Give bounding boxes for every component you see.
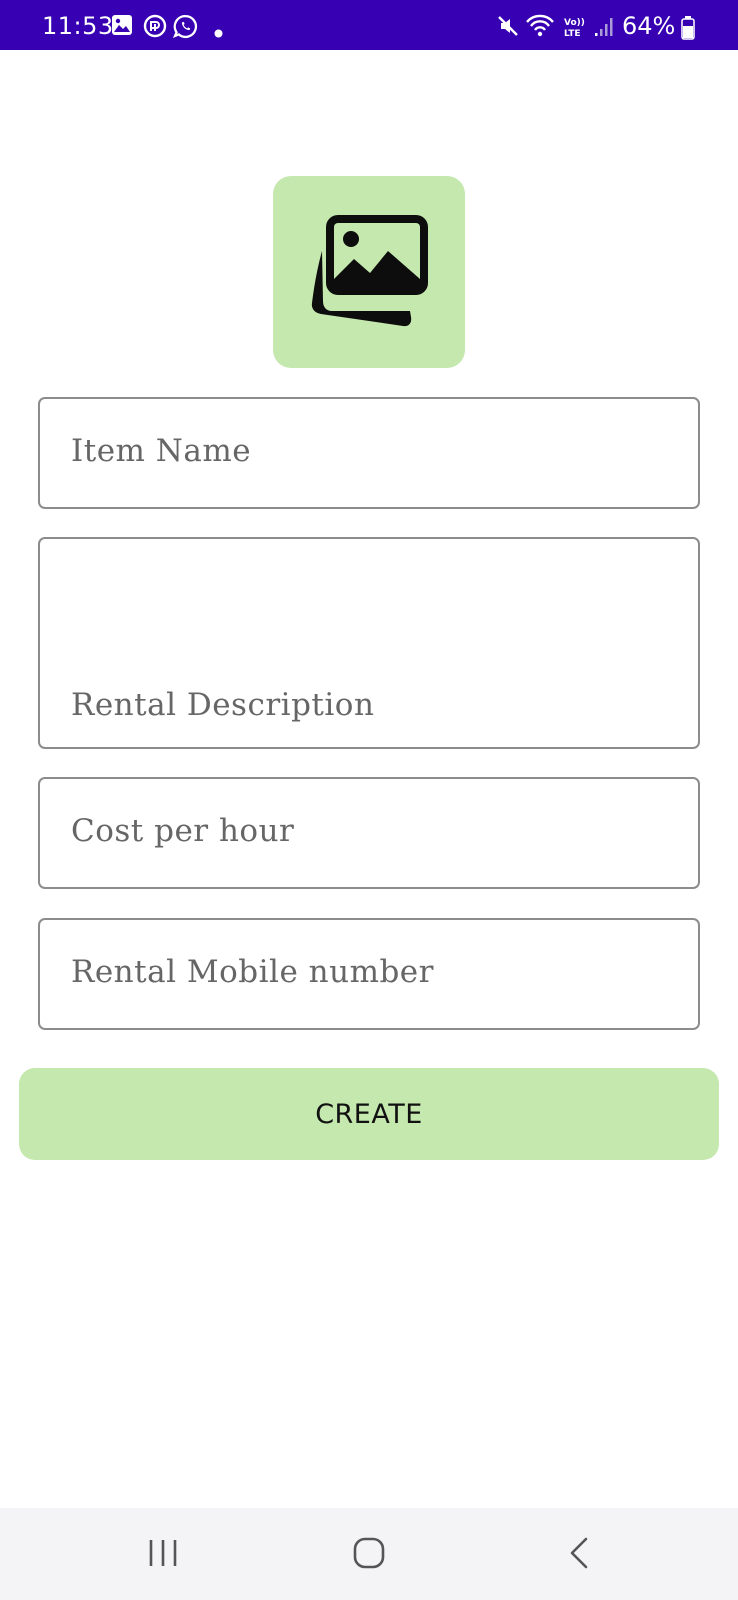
- mute-icon: [496, 14, 520, 42]
- back-icon[interactable]: [562, 1536, 596, 1574]
- cost-per-hour-field[interactable]: Cost per hour: [38, 777, 700, 889]
- rental-description-placeholder: Rental Description: [71, 687, 375, 723]
- image-gallery-icon: [308, 213, 430, 331]
- rental-mobile-field[interactable]: Rental Mobile number: [38, 918, 700, 1030]
- item-name-placeholder: Item Name: [71, 433, 252, 469]
- create-button-label: CREATE: [315, 1098, 423, 1130]
- app-icon: [143, 14, 167, 42]
- create-button[interactable]: CREATE: [19, 1068, 719, 1160]
- status-bar: 11:53 Vo)) LTE 64%: [0, 0, 738, 50]
- battery-icon: [681, 16, 695, 44]
- volte-icon: Vo)) LTE: [563, 16, 587, 42]
- rental-description-field[interactable]: Rental Description: [38, 537, 700, 749]
- cost-per-hour-placeholder: Cost per hour: [71, 813, 295, 849]
- item-name-field[interactable]: Item Name: [38, 397, 700, 509]
- dot-icon: [214, 23, 223, 42]
- wifi-icon: [525, 14, 555, 42]
- navigation-bar: [0, 1508, 738, 1600]
- svg-text:LTE: LTE: [564, 29, 581, 38]
- status-time: 11:53: [42, 12, 114, 40]
- gallery-icon: [111, 14, 133, 40]
- rental-mobile-placeholder: Rental Mobile number: [71, 954, 434, 990]
- svg-text:Vo)): Vo)): [564, 18, 585, 28]
- home-icon[interactable]: [352, 1536, 386, 1574]
- signal-icon: [594, 14, 616, 42]
- image-picker-button[interactable]: [273, 176, 465, 368]
- recent-apps-icon[interactable]: [146, 1536, 180, 1574]
- whatsapp-icon: [172, 14, 198, 43]
- battery-level: 64%: [622, 12, 676, 40]
